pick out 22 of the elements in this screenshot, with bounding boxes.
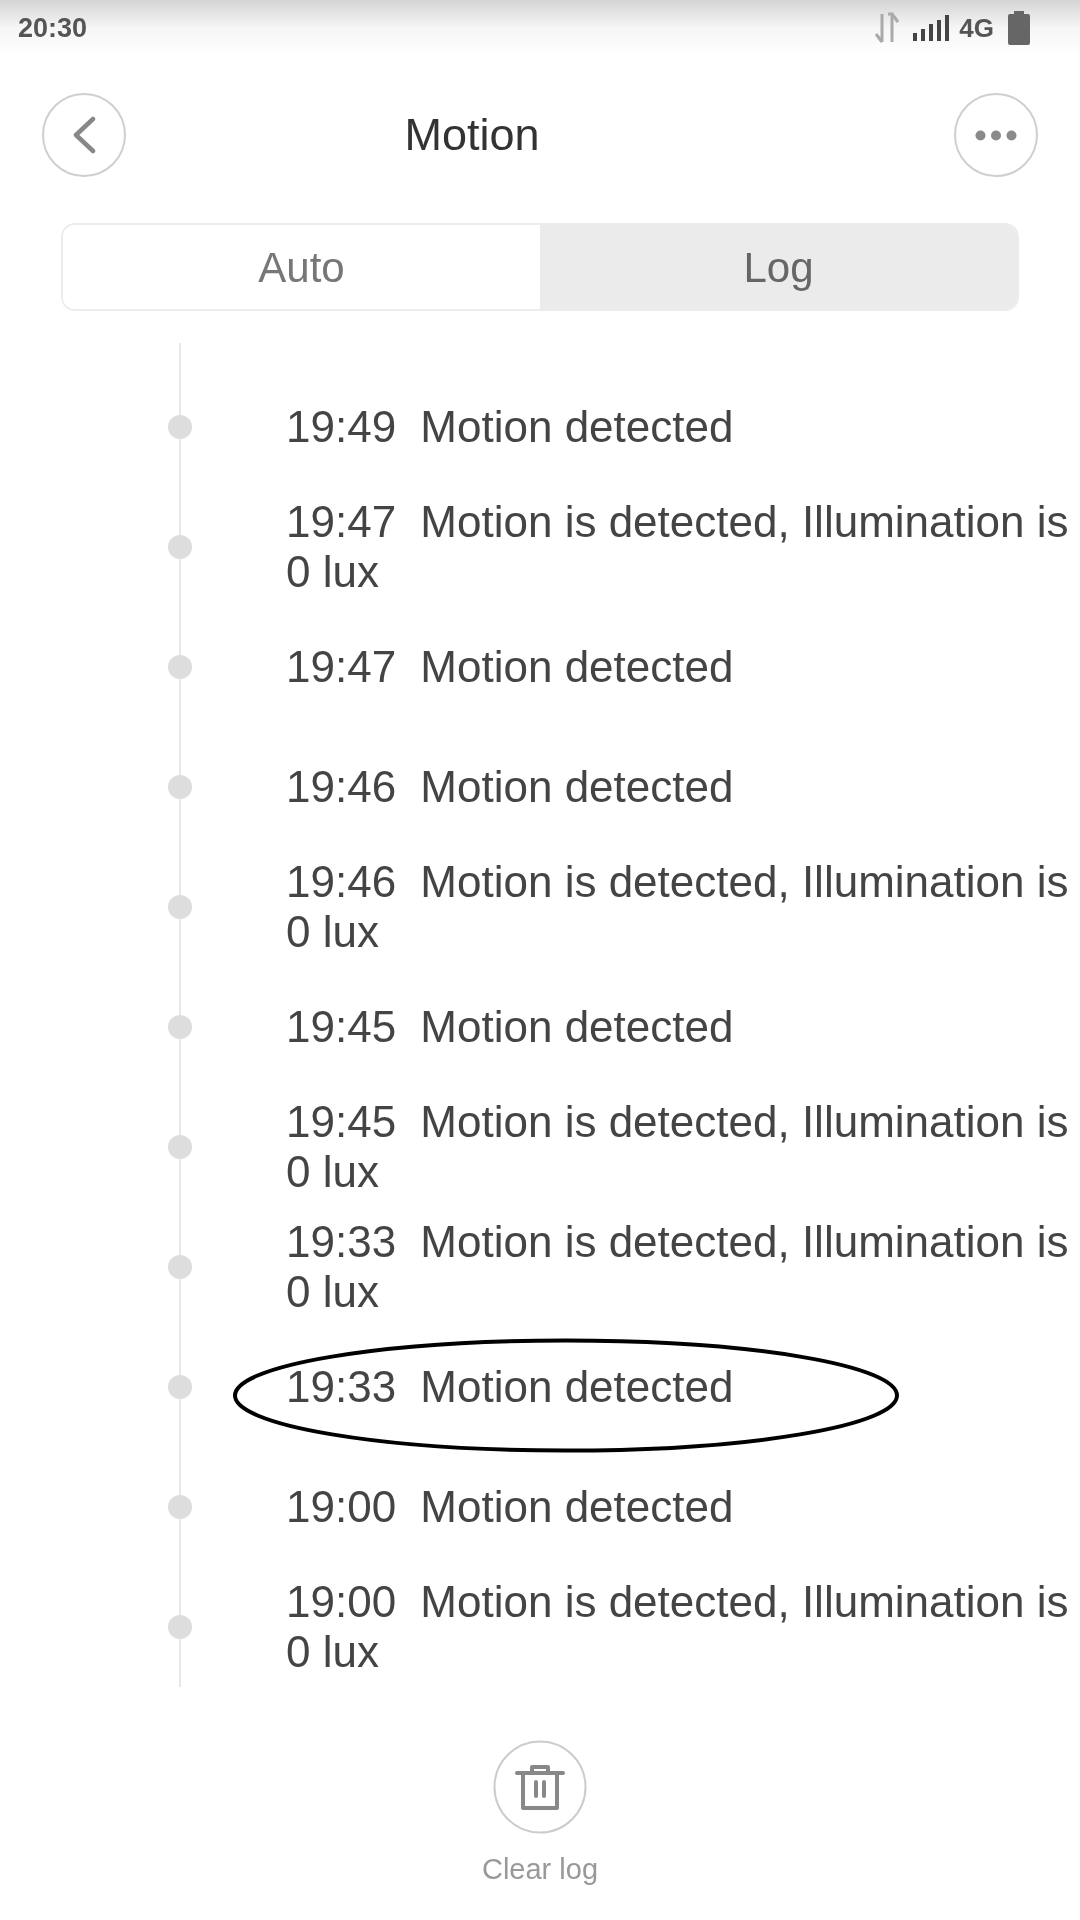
log-entry-text: 19:33 Motion is detected, Illumination is 0 lux [286,1217,1070,1317]
more-icon [975,129,1017,141]
log-entry-text: 19:45 Motion is detected, Illumination is 0 lux [286,1097,1070,1197]
log-entry-text: 19:00 Motion detected [286,1482,734,1532]
clear-log-button[interactable]: Clear log [481,1740,599,1892]
tab[interactable]: Log [540,225,1017,309]
status-time: 20:30 [18,11,88,45]
log-entry-text: 19:47 Motion is detected, Illumination is 0 lux [286,497,1070,597]
log-entry-text: 19:49 Motion detected [286,402,734,452]
log-entry-text: 19:00 Motion is detected, Illumination is 0 lux [286,1577,1070,1677]
back-icon [72,116,96,154]
log-entry-text: 19:33 Motion detected [286,1362,734,1412]
log-entry-text: 19:46 Motion is detected, Illumination is 0 lux [286,857,1070,957]
log-entry-text: 19:45 Motion detected [286,1002,734,1052]
trash-icon [493,1740,587,1834]
data-arrows-icon [875,12,900,44]
battery-icon [1008,11,1030,45]
log-entry-text: 19:46 Motion detected [286,762,734,812]
page-title: Motion [404,108,540,163]
log-entry-text: 19:47 Motion detected [286,642,734,692]
network-type: 4G [959,11,994,45]
signal-icon [913,15,950,41]
